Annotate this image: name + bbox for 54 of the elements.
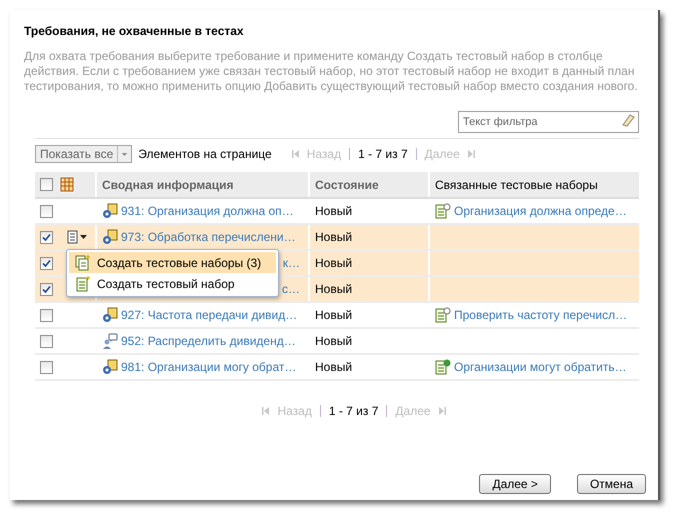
requirement-link[interactable]: с… (282, 280, 300, 298)
dialog-title: Требования, не охваченные в тестах (24, 23, 245, 40)
columns-icon[interactable] (60, 177, 74, 192)
status-text: Новый (315, 359, 352, 376)
status-text: Новый (315, 255, 352, 272)
checkbox[interactable] (40, 256, 52, 270)
document-plus-icon (75, 276, 91, 292)
test-suite-link[interactable]: Организация должна опреде… (454, 202, 627, 220)
suite-search-icon (435, 307, 451, 323)
checkbox[interactable] (40, 308, 52, 322)
checkbox[interactable] (40, 334, 52, 348)
document-gear-icon (102, 203, 118, 219)
filter-field[interactable]: Текст фильтра (458, 111, 639, 133)
test-suite-link[interactable]: Организации могут обратить… (454, 358, 627, 376)
document-icon (67, 230, 78, 244)
actions-dropdown[interactable] (67, 230, 87, 244)
test-suite-link[interactable]: Проверить частоту перечисл… (454, 306, 628, 324)
description-text: Для охвата требования выберите требование и примените команду Создать тестовый набор в столбце действия. Если с требованием уже связан тестовый набор, но этот тестовый набор не входит в данный план тестирования, то можно применить опцию Добавить существующий тестовый набор вместо создания нового. (24, 49, 639, 94)
show-all-dropdown[interactable]: Показать все (35, 145, 132, 163)
status-text: Новый (315, 229, 352, 246)
column-header[interactable]: Состояние (315, 176, 379, 194)
requirement-link[interactable]: 973: Обработка перечислени… (121, 228, 296, 246)
person-speech-icon (102, 333, 118, 349)
requirement-link[interactable]: 927: Частота передачи дивид… (121, 306, 298, 324)
status-text: Новый (315, 333, 352, 350)
column-header[interactable]: Связанные тестовые наборы (435, 176, 598, 194)
next-button[interactable]: Далее > (479, 474, 551, 494)
document-gear-icon (102, 229, 118, 245)
page-range: 1 - 7 из 7 (328, 403, 378, 420)
checkbox[interactable] (40, 204, 52, 218)
suite-search-icon (435, 203, 451, 219)
suite-check-icon (435, 359, 451, 375)
requirement-link[interactable]: к… (282, 254, 300, 272)
requirement-link[interactable]: 952: Распределить дивиденд… (121, 332, 296, 350)
checkbox[interactable] (40, 282, 52, 296)
requirement-link[interactable]: 931: Организация должна оп… (121, 202, 294, 220)
checkbox[interactable] (40, 360, 52, 374)
per-page-label: Элементов на странице (138, 146, 272, 163)
document-gear-icon (102, 359, 118, 375)
document-gear-icon (102, 307, 118, 323)
status-text: Новый (315, 203, 352, 220)
menu-item[interactable]: Создать тестовые наборы (3) (69, 252, 276, 273)
documents-plus-icon (75, 254, 91, 270)
column-header[interactable]: Сводная информация (102, 176, 234, 194)
table-row[interactable]: 973: Обработка перечислени… Новый (35, 225, 639, 251)
status-text: Новый (315, 281, 352, 298)
page-range: 1 - 7 из 7 (358, 146, 408, 163)
caret-icon (80, 235, 87, 239)
status-text: Новый (315, 307, 352, 324)
checkbox[interactable] (40, 178, 52, 191)
checkbox[interactable] (40, 230, 52, 244)
requirement-link[interactable]: 981: Организации могу обрат… (121, 358, 296, 376)
cancel-button[interactable]: Отмена (576, 474, 646, 494)
eraser-icon[interactable] (621, 113, 635, 127)
